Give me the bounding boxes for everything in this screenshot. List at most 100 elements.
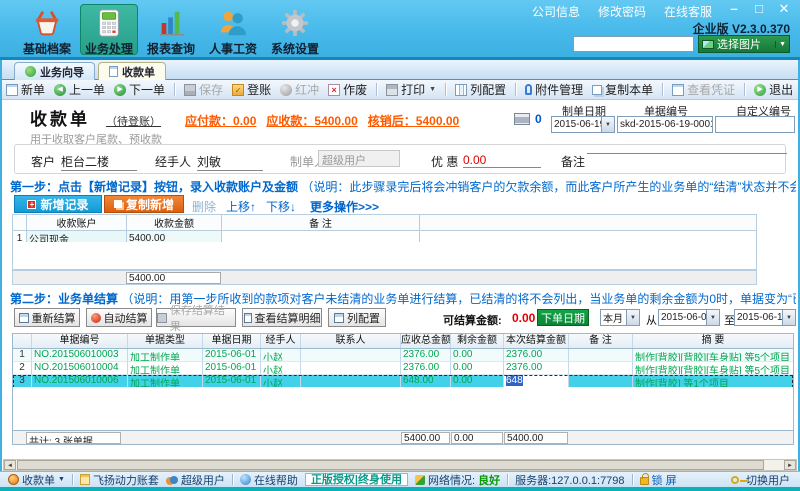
auto-settle-button[interactable]: 自动结算 <box>86 308 152 327</box>
auto-settle-icon <box>90 312 101 323</box>
chevron-down-icon[interactable]: ▼ <box>626 310 639 325</box>
order-date-button[interactable]: 下单日期 <box>537 309 589 326</box>
settle-detail-label: 查看结算明细 <box>254 312 321 325</box>
tab-label: 业务向导 <box>40 66 84 79</box>
account-header: 收款账户 <box>26 214 127 231</box>
discount-field[interactable]: 0.00 <box>463 153 541 168</box>
nav-item-basic-files[interactable]: 基础档案 <box>18 4 76 56</box>
current-user-item[interactable]: 超级用户 <box>166 472 225 488</box>
next-doc-button[interactable]: ▶ 下一单 <box>114 81 165 98</box>
settle-table-row[interactable]: 1 NO.201506010003 加工制作单 2015-06-01 小赵 23… <box>13 349 793 362</box>
online-help-item[interactable]: 在线帮助 <box>239 472 298 488</box>
nav-item-business[interactable]: 业务处理 <box>80 4 138 56</box>
chevron-down-icon: ▼ <box>429 86 437 93</box>
remark-cell <box>569 349 633 362</box>
company-info-link[interactable]: 公司信息 <box>532 3 580 20</box>
change-password-link[interactable]: 修改密码 <box>598 3 646 20</box>
settle-table-row[interactable]: 2 NO.201506010004 加工制作单 2015-06-01 小赵 23… <box>13 362 793 375</box>
scroll-right-button[interactable]: ► <box>784 460 796 470</box>
recalc-label: 重新结算 <box>31 312 76 325</box>
void-button[interactable]: × 作废 <box>328 81 367 98</box>
choose-image-label: 选择图片 <box>717 39 761 51</box>
nav-label: 基础档案 <box>22 42 71 56</box>
balance-summary: 应付款：0.00 应收款：5400.00 核销后：5400.00 <box>185 112 459 129</box>
step2-instruction: 第二步：业务单结算 （说明：用第一步所收到的款项对客户未结清的业务单进行结算，已… <box>10 290 796 307</box>
move-down-link[interactable]: 下移↓ <box>266 198 296 215</box>
chevron-down-icon[interactable]: ▼ <box>706 310 719 325</box>
save-settle-button[interactable]: 保存结算结果 <box>156 305 236 333</box>
status-separator <box>231 474 233 485</box>
tab-business-wizard[interactable]: 业务向导 <box>14 62 95 80</box>
maximize-button[interactable]: □ <box>751 1 767 17</box>
make-date-combobox[interactable]: 2015-06-19 ▼ <box>551 116 615 133</box>
move-up-link[interactable]: 上移↑ <box>226 198 256 215</box>
doc-type-menu[interactable]: 收款单 ▼ <box>8 472 65 488</box>
step1-instruction: 第一步：点击【新增记录】按钮，录入收款账户及金额 （说明：此步骤录完后将会冲销客… <box>10 178 796 195</box>
print-count-icon[interactable] <box>514 113 530 125</box>
prev-doc-button[interactable]: ◀ 上一单 <box>54 81 105 98</box>
lock-screen-item[interactable]: 锁 屏 <box>639 472 677 488</box>
from-date-value: 2015-06-01 <box>661 312 706 323</box>
remaining-header: 剩余金额 <box>451 334 504 348</box>
settle-cell[interactable]: 2376.00 <box>504 349 569 362</box>
add-record-button[interactable]: + 新增记录 <box>14 195 102 213</box>
print-button[interactable]: 打印 ▼ <box>386 81 436 98</box>
switch-user-item[interactable]: 切换用户 <box>731 472 790 488</box>
recalc-button[interactable]: 重新结算 <box>14 308 80 327</box>
chevron-down-icon[interactable]: ▼ <box>782 310 795 325</box>
new-doc-button[interactable]: 新单 <box>6 81 45 98</box>
exit-button[interactable]: ▶ 退出 <box>754 81 793 98</box>
column-config-button[interactable]: 列配置 <box>455 81 506 98</box>
doc-date-cell: 2015-06-01 <box>203 349 261 362</box>
settle-detail-button[interactable]: 查看结算明细 <box>242 308 322 327</box>
print-count: 0 <box>535 112 542 126</box>
choose-image-button[interactable]: 选择图片 ▼ <box>698 35 790 53</box>
attachments-button[interactable]: 附件管理 <box>525 81 583 98</box>
status-separator <box>507 474 509 485</box>
paperclip-icon <box>525 84 533 95</box>
remark-header: 备 注 <box>221 214 420 231</box>
copy-doc-button[interactable]: 复制本单 <box>592 81 653 98</box>
from-date-combobox[interactable]: 2015-06-01 ▼ <box>658 309 720 326</box>
exit-icon: ▶ <box>754 83 767 96</box>
online-service-link[interactable]: 在线客服 <box>664 3 712 20</box>
horizontal-scrollbar[interactable]: ◄ ► <box>3 459 797 471</box>
more-actions-link[interactable]: 更多操作>>> <box>310 198 379 215</box>
nav-label: 人事工资 <box>208 42 257 56</box>
save-button[interactable]: 保存 <box>184 81 223 98</box>
delete-row-link[interactable]: 删除 <box>192 198 216 215</box>
doc-no-field[interactable]: skd-2015-06-19-0001 <box>617 116 713 133</box>
remark-field[interactable] <box>587 153 787 154</box>
chevron-down-icon[interactable]: ▼ <box>601 117 614 132</box>
tab-receipt[interactable]: 收款单 <box>98 62 166 80</box>
nav-item-settings[interactable]: 系统设置 <box>266 4 324 56</box>
minimize-button[interactable]: – <box>726 1 742 17</box>
nav-item-reports[interactable]: 报表查询 <box>142 4 200 56</box>
close-button[interactable]: ✕ <box>776 1 792 17</box>
period-combobox[interactable]: 本月 ▼ <box>600 309 640 326</box>
custom-no-field[interactable] <box>715 116 795 133</box>
red-flush-button[interactable]: 红冲 <box>280 81 319 98</box>
scrollbar-thumb[interactable] <box>17 460 764 470</box>
arrow-right-icon: ▶ <box>114 83 127 96</box>
customer-field[interactable]: 柜台二楼 <box>61 153 137 171</box>
status-separator <box>631 474 633 485</box>
settle-cell[interactable]: 2376.00 <box>504 362 569 375</box>
nav-item-hr-payroll[interactable]: 人事工资 <box>204 4 262 56</box>
toolbar-separator <box>174 83 176 96</box>
copy-add-button[interactable]: 复制新增 <box>104 195 184 213</box>
post-ledger-button[interactable]: ✓ 登账 <box>232 81 271 98</box>
view-voucher-button[interactable]: 查看凭证 <box>672 81 735 98</box>
step2-lead: 第二步：业务单结算 <box>10 292 119 306</box>
scroll-left-button[interactable]: ◄ <box>4 460 16 470</box>
to-date-combobox[interactable]: 2015-06-19 ▼ <box>734 309 796 326</box>
filler-header <box>419 214 757 231</box>
chevron-down-icon: ▼ <box>58 476 65 483</box>
image-search-input[interactable] <box>573 36 694 52</box>
handler-field[interactable]: 刘敏 <box>197 153 263 171</box>
account-set-item[interactable]: 飞扬动力账套 <box>79 472 159 488</box>
settle-columns-button[interactable]: 列配置 <box>328 308 386 327</box>
toolbar-separator <box>662 83 664 96</box>
chevron-down-icon[interactable]: ▼ <box>775 40 786 48</box>
copy-doc-label: 复制本单 <box>605 83 654 97</box>
